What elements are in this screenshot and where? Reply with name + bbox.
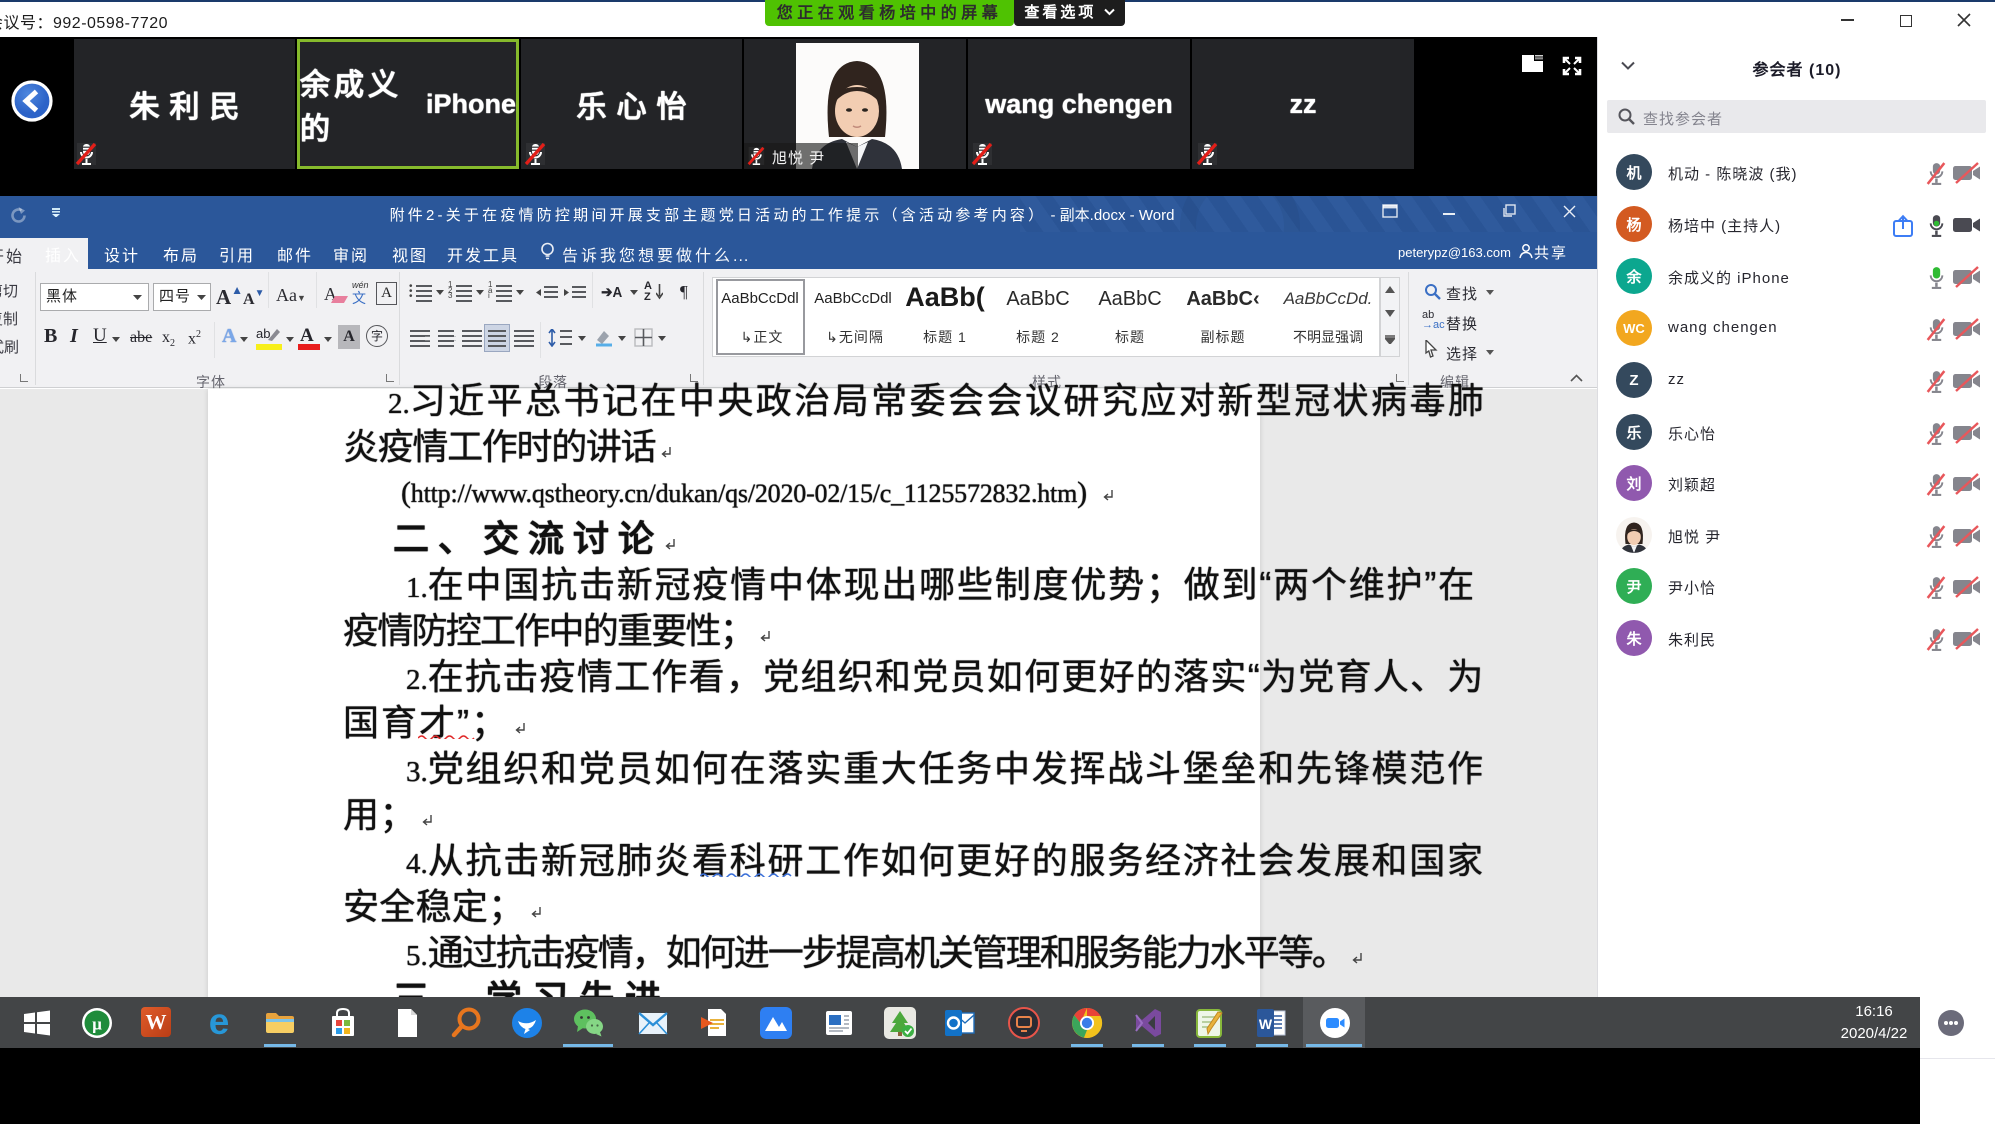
svg-text:µ: µ — [92, 1015, 102, 1034]
svg-text:W: W — [1259, 1016, 1273, 1032]
